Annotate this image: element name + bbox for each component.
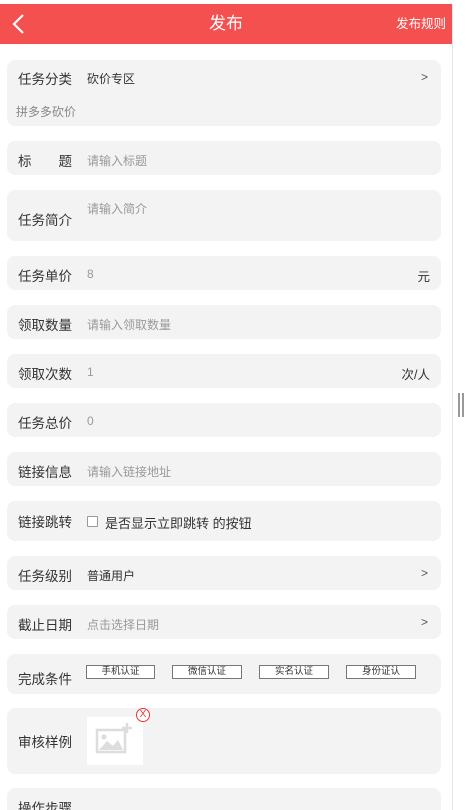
unit-price-unit: 元 (417, 270, 430, 284)
deadline-row[interactable]: 截止日期 点击选择日期 > (7, 605, 441, 639)
unit-price-label: 任务单价 (18, 269, 72, 284)
scroll-track (452, 4, 453, 810)
category-value[interactable]: 砍价专区 (87, 70, 135, 87)
steps-label: 操作步骤 (18, 801, 72, 810)
publish-rules-link[interactable]: 发布规则 (396, 4, 446, 44)
title-label: 标 题 (18, 154, 72, 169)
image-upload[interactable] (87, 717, 143, 765)
quantity-label: 领取数量 (18, 318, 72, 333)
subcategory-value[interactable]: 拼多多砍价 (16, 103, 76, 120)
chevron-right-icon[interactable]: > (421, 615, 428, 629)
sample-row: 审核样例 X (7, 708, 441, 774)
condition-wechat-button[interactable]: 微信认证 (172, 665, 242, 679)
title-input[interactable]: 请输入标题 (87, 152, 147, 169)
total-value: 0 (87, 414, 94, 428)
steps-row: 操作步骤 (7, 788, 441, 810)
conditions-row: 完成条件 手机认证 微信认证 实名认证 身份证认 (7, 654, 441, 694)
level-row[interactable]: 任务级别 普通用户 > (7, 556, 441, 590)
condition-realname-button[interactable]: 实名认证 (259, 665, 329, 679)
link-input[interactable]: 请输入链接地址 (87, 463, 171, 480)
category-label: 任务分类 (18, 72, 72, 87)
condition-phone-button[interactable]: 手机认证 (86, 665, 155, 679)
intro-label: 任务简介 (18, 213, 72, 228)
page-title: 发布 (209, 14, 243, 33)
jump-label: 链接跳转 (18, 515, 72, 530)
top-nav-bar: 发布 发布规则 (0, 4, 452, 44)
intro-textarea[interactable]: 请输入简介 (87, 200, 147, 217)
unit-price-row: 任务单价 8 元 (7, 256, 441, 290)
total-row: 任务总价 0 (7, 403, 441, 437)
level-label: 任务级别 (18, 569, 72, 584)
jump-checkbox-label[interactable]: 是否显示立即跳转 的按钮 (105, 513, 252, 532)
link-row: 链接信息 请输入链接地址 (7, 452, 441, 486)
add-image-icon (95, 723, 132, 754)
unit-price-input[interactable]: 8 (87, 267, 94, 281)
conditions-label: 完成条件 (18, 672, 72, 687)
link-label: 链接信息 (18, 465, 72, 480)
category-row[interactable]: 任务分类 砍价专区 > 拼多多砍价 (7, 60, 441, 126)
intro-row: 任务简介 请输入简介 (7, 190, 441, 241)
chevron-right-icon[interactable]: > (421, 70, 428, 84)
deadline-label: 截止日期 (18, 618, 72, 633)
jump-row: 链接跳转 是否显示立即跳转 的按钮 (7, 501, 441, 541)
title-row: 标 题 请输入标题 (7, 141, 441, 175)
jump-checkbox[interactable] (87, 516, 98, 527)
times-unit: 次/人 (401, 368, 430, 382)
times-label: 领取次数 (18, 367, 72, 382)
quantity-row: 领取数量 请输入领取数量 (7, 305, 441, 339)
times-row: 领取次数 1 次/人 (7, 354, 441, 388)
total-label: 任务总价 (18, 416, 72, 431)
deadline-picker[interactable]: 点击选择日期 (87, 616, 159, 633)
condition-idcard-button[interactable]: 身份证认 (346, 665, 416, 679)
quantity-input[interactable]: 请输入领取数量 (87, 316, 171, 333)
delete-image-icon[interactable]: X (136, 708, 150, 722)
chevron-right-icon[interactable]: > (421, 566, 428, 580)
level-value[interactable]: 普通用户 (87, 567, 135, 584)
scroll-handle[interactable] (458, 393, 464, 417)
times-input[interactable]: 1 (87, 365, 94, 379)
sample-label: 审核样例 (18, 735, 72, 750)
